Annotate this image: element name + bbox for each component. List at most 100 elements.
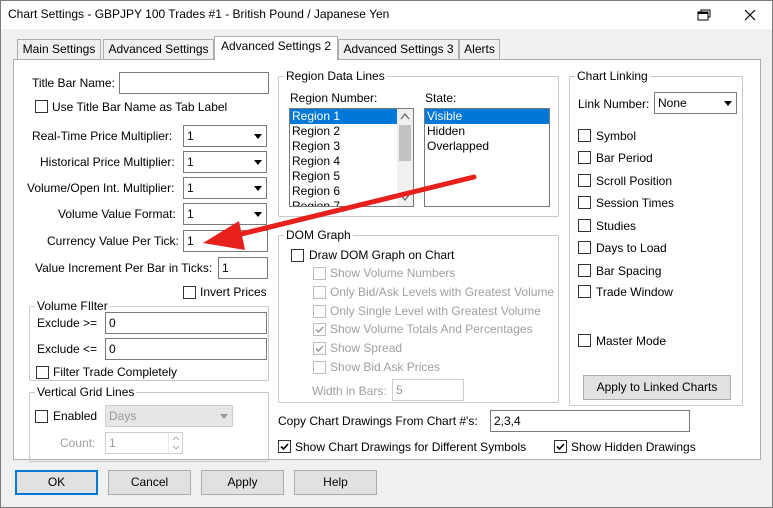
list-item[interactable]: Visible xyxy=(425,109,549,124)
grid-interval-value: Days xyxy=(109,409,137,423)
ok-button[interactable]: OK xyxy=(15,470,98,495)
link-trade-window-checkbox[interactable] xyxy=(578,285,591,298)
grid-interval-combo[interactable]: Days xyxy=(105,405,233,427)
bid-ask-prices-checkbox[interactable] xyxy=(313,361,326,374)
exclude-ge-label: Exclude >= xyxy=(37,316,98,330)
use-title-bar-checkbox[interactable] xyxy=(35,100,48,113)
filter-trade-label: Filter Trade Completely xyxy=(53,365,178,379)
list-item[interactable]: Overlapped xyxy=(425,139,549,154)
exclude-ge-input[interactable]: 0 xyxy=(105,312,267,334)
chart-linking-title: Chart Linking xyxy=(575,69,650,83)
close-icon xyxy=(744,9,755,21)
link-number-value: None xyxy=(658,96,687,110)
show-spread-label: Show Spread xyxy=(330,341,403,355)
hidden-drawings-label: Show Hidden Drawings xyxy=(571,440,696,454)
grid-enabled-label: Enabled xyxy=(53,409,98,423)
volume-value-format-label: Volume Value Format: xyxy=(58,207,176,221)
master-mode-checkbox[interactable] xyxy=(578,334,591,347)
chevron-down-icon[interactable] xyxy=(215,406,232,426)
bid-ask-prices-label: Show Bid Ask Prices xyxy=(330,360,441,374)
state-label: State: xyxy=(425,91,457,105)
checkmark-icon xyxy=(556,443,565,451)
window-title: Chart Settings - GBPJPY 100 Trades #1 - … xyxy=(8,7,390,21)
grid-count-label: Count: xyxy=(60,436,96,450)
show-volume-numbers-checkbox[interactable] xyxy=(313,267,326,280)
exclude-le-input[interactable]: 0 xyxy=(105,338,267,360)
master-mode-label: Master Mode xyxy=(596,334,667,348)
bid-ask-greatest-checkbox[interactable] xyxy=(313,286,326,299)
link-scroll-position-checkbox[interactable] xyxy=(578,174,591,187)
link-bar-period-checkbox[interactable] xyxy=(578,151,591,164)
link-days-to-load-label: Days to Load xyxy=(596,241,667,255)
cancel-button[interactable]: Cancel xyxy=(108,470,191,495)
volume-filter-title: Volume FIlter xyxy=(35,299,110,313)
link-symbol-checkbox[interactable] xyxy=(578,129,591,142)
volume-oi-multiplier-label: Volume/Open Int. Multiplier: xyxy=(27,181,175,195)
historical-multiplier-combo[interactable]: 1 xyxy=(183,151,267,173)
list-item[interactable]: Region 3 xyxy=(290,139,413,154)
tab-advanced-settings-2[interactable]: Advanced Settings 2 xyxy=(214,36,338,60)
link-bar-spacing-checkbox[interactable] xyxy=(578,264,591,277)
link-session-times-label: Session Times xyxy=(596,196,675,210)
list-item[interactable]: Region 1 xyxy=(290,109,413,124)
title-bar-name-input[interactable] xyxy=(119,72,269,94)
tab-advanced-settings[interactable]: Advanced Settings xyxy=(103,39,214,60)
tab-main-settings[interactable]: Main Settings xyxy=(17,39,101,60)
apply-linked-charts-button[interactable]: Apply to Linked Charts xyxy=(583,375,731,400)
close-button[interactable] xyxy=(727,1,772,29)
link-scroll-position-label: Scroll Position xyxy=(596,174,673,188)
region-data-lines-title: Region Data Lines xyxy=(284,69,387,83)
list-item[interactable]: Hidden xyxy=(425,124,549,139)
link-number-combo[interactable]: None xyxy=(654,92,737,114)
title-bar-name-label: Title Bar Name: xyxy=(32,76,115,90)
hidden-drawings-checkbox[interactable] xyxy=(554,440,567,453)
list-item[interactable]: Region 4 xyxy=(290,154,413,169)
link-days-to-load-checkbox[interactable] xyxy=(578,241,591,254)
tab-advanced-settings-3[interactable]: Advanced Settings 3 xyxy=(338,39,459,60)
value-increment-label: Value Increment Per Bar in Ticks: xyxy=(35,261,213,275)
single-level-label: Only Single Level with Greatest Volume xyxy=(330,304,541,318)
help-button[interactable]: Help xyxy=(294,470,377,495)
diff-symbols-label: Show Chart Drawings for Different Symbol… xyxy=(295,440,527,454)
width-in-bars-input[interactable]: 5 xyxy=(392,379,464,401)
checkmark-icon xyxy=(315,345,324,353)
copy-drawings-input[interactable]: 2,3,4 xyxy=(490,410,690,432)
apply-button[interactable]: Apply xyxy=(201,470,284,495)
checkmark-icon xyxy=(315,326,324,334)
chevron-down-icon[interactable] xyxy=(249,152,266,172)
realtime-multiplier-value: 1 xyxy=(187,129,194,143)
link-trade-window-label: Trade Window xyxy=(596,285,673,299)
vertical-grid-title: Vertical Grid Lines xyxy=(35,385,137,399)
chevron-down-icon[interactable] xyxy=(249,126,266,146)
copy-drawings-label: Copy Chart Drawings From Chart #'s: xyxy=(278,414,478,428)
realtime-multiplier-combo[interactable]: 1 xyxy=(183,125,267,147)
chart-settings-window: Chart Settings - GBPJPY 100 Trades #1 - … xyxy=(0,0,773,508)
volume-totals-label: Show Volume Totals And Percentages xyxy=(330,322,533,336)
grid-enabled-checkbox[interactable] xyxy=(35,410,48,423)
historical-multiplier-value: 1 xyxy=(187,155,194,169)
volume-totals-checkbox[interactable] xyxy=(313,323,326,336)
red-annotation-arrow xyxy=(203,174,477,250)
region-number-label: Region Number: xyxy=(290,91,378,105)
invert-prices-label: Invert Prices xyxy=(200,285,267,299)
chevron-down-icon[interactable] xyxy=(719,93,736,113)
diff-symbols-checkbox[interactable] xyxy=(278,440,291,453)
show-spread-checkbox[interactable] xyxy=(313,342,326,355)
filter-trade-checkbox[interactable] xyxy=(36,366,49,379)
link-symbol-label: Symbol xyxy=(596,129,637,143)
width-in-bars-label: Width in Bars: xyxy=(312,384,387,398)
link-studies-checkbox[interactable] xyxy=(578,219,591,232)
single-level-checkbox[interactable] xyxy=(313,305,326,318)
link-session-times-checkbox[interactable] xyxy=(578,196,591,209)
grid-count-input[interactable]: 1 xyxy=(105,432,183,454)
spin-arrows-icon[interactable] xyxy=(168,433,182,453)
restore-button[interactable] xyxy=(681,1,726,29)
invert-prices-checkbox[interactable] xyxy=(183,286,196,299)
title-bar[interactable]: Chart Settings - GBPJPY 100 Trades #1 - … xyxy=(1,1,772,29)
realtime-multiplier-label: Real-Time Price Multiplier: xyxy=(32,129,173,143)
list-item[interactable]: Region 2 xyxy=(290,124,413,139)
link-bar-period-label: Bar Period xyxy=(596,151,653,165)
tab-alerts[interactable]: Alerts xyxy=(459,39,500,60)
historical-multiplier-label: Historical Price Multiplier: xyxy=(40,155,175,169)
show-volume-numbers-label: Show Volume Numbers xyxy=(330,266,456,280)
